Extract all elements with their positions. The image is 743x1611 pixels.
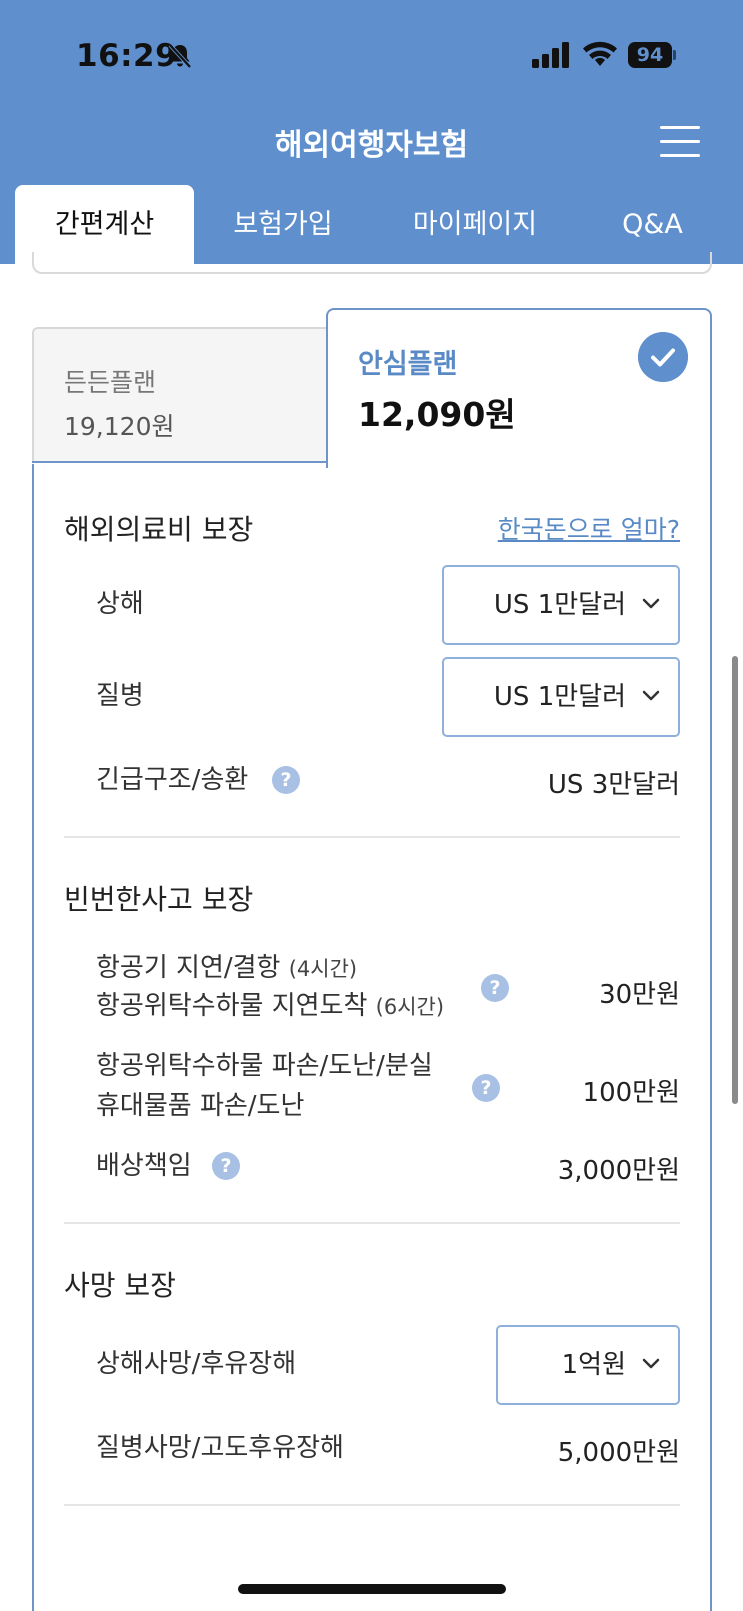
main-content: 든든플랜 19,120원 안심플랜 12,090원 해외의료비 보장 한국돈으로… — [0, 252, 743, 1611]
hamburger-menu-icon[interactable] — [660, 126, 700, 158]
bell-muted-icon — [168, 43, 192, 69]
section-title-medical: 해외의료비 보장 — [64, 513, 254, 546]
flight-delay-note: (4시간) — [288, 957, 358, 981]
row-value-baggage: 100만원 — [582, 1078, 680, 1108]
cellular-signal-icon — [532, 42, 569, 68]
section-divider — [64, 1504, 680, 1506]
plan-price: 12,090원 — [358, 395, 516, 434]
select-value: US 1만달러 — [493, 682, 626, 712]
flight-delay-text: 항공기 지연/결항 — [96, 953, 281, 983]
row-label-disease-death: 질병사망/고도후유장해 — [96, 1433, 344, 1463]
panel-top-border — [32, 461, 328, 463]
previous-card-edge — [32, 252, 712, 274]
row-label-disease: 질병 — [96, 681, 144, 711]
battery-icon: 94 — [628, 42, 676, 68]
app-title: 해외여행자보험 — [274, 128, 469, 163]
selected-check-icon — [638, 332, 688, 382]
row-label-rescue: 긴급구조/송환 — [96, 765, 249, 795]
plan-name: 안심플랜 — [358, 349, 458, 380]
row-label-liability: 배상책임 — [96, 1151, 192, 1181]
section-divider — [64, 1222, 680, 1224]
help-icon[interactable]: ? — [481, 974, 509, 1002]
plan-name: 든든플랜 — [64, 368, 157, 397]
section-title-frequent: 빈번한사고 보장 — [64, 883, 254, 916]
row-value-rescue: US 3만달러 — [547, 770, 680, 800]
chevron-down-icon — [642, 598, 660, 609]
chevron-down-icon — [642, 690, 660, 701]
scrollbar[interactable] — [732, 656, 738, 1104]
select-value: 1억원 — [561, 1350, 626, 1380]
section-title-death: 사망 보장 — [64, 1269, 176, 1302]
baggage-delay-note: (6시간) — [375, 995, 445, 1019]
row-label-injury-death: 상해사망/후유장해 — [96, 1349, 297, 1379]
wifi-icon — [583, 41, 617, 66]
injury-death-select[interactable]: 1억원 — [496, 1325, 680, 1405]
injury-coverage-select[interactable]: US 1만달러 — [442, 565, 680, 645]
row-label-injury: 상해 — [96, 589, 144, 619]
status-time: 16:29 — [76, 38, 178, 74]
row-label-baggage-damage: 항공위탁수하물 파손/도난/분실 — [96, 1051, 433, 1081]
help-icon[interactable]: ? — [212, 1152, 240, 1180]
help-icon[interactable]: ? — [272, 766, 300, 794]
chevron-down-icon — [642, 1358, 660, 1369]
row-label-flight-delay: 항공기 지연/결항 (4시간) — [96, 950, 357, 987]
help-icon[interactable]: ? — [472, 1074, 500, 1102]
row-value-liability: 3,000만원 — [557, 1156, 680, 1186]
plan-card-ansim[interactable]: 안심플랜 12,090원 — [326, 308, 712, 468]
disease-coverage-select[interactable]: US 1만달러 — [442, 657, 680, 737]
row-label-belongings-damage: 휴대물품 파손/도난 — [96, 1091, 305, 1121]
krw-conversion-link[interactable]: 한국돈으로 얼마? — [498, 510, 680, 546]
battery-level: 94 — [628, 42, 672, 68]
row-value-disease-death: 5,000만원 — [557, 1438, 680, 1468]
plan-price: 19,120원 — [64, 412, 175, 441]
row-label-baggage-delay: 항공위탁수하물 지연도착 (6시간) — [96, 988, 444, 1025]
battery-tip — [673, 50, 676, 60]
row-value-flight: 30만원 — [599, 980, 680, 1010]
baggage-delay-text: 항공위탁수하물 지연도착 — [96, 991, 368, 1021]
section-divider — [64, 836, 680, 838]
select-value: US 1만달러 — [493, 590, 626, 620]
home-indicator[interactable] — [238, 1584, 506, 1594]
app-header: 16:29 94 해외여행자보험 간편계산 보험가입 마이페이지 Q&A — [0, 0, 743, 264]
plan-card-dendeun[interactable]: 든든플랜 19,120원 — [32, 327, 327, 463]
